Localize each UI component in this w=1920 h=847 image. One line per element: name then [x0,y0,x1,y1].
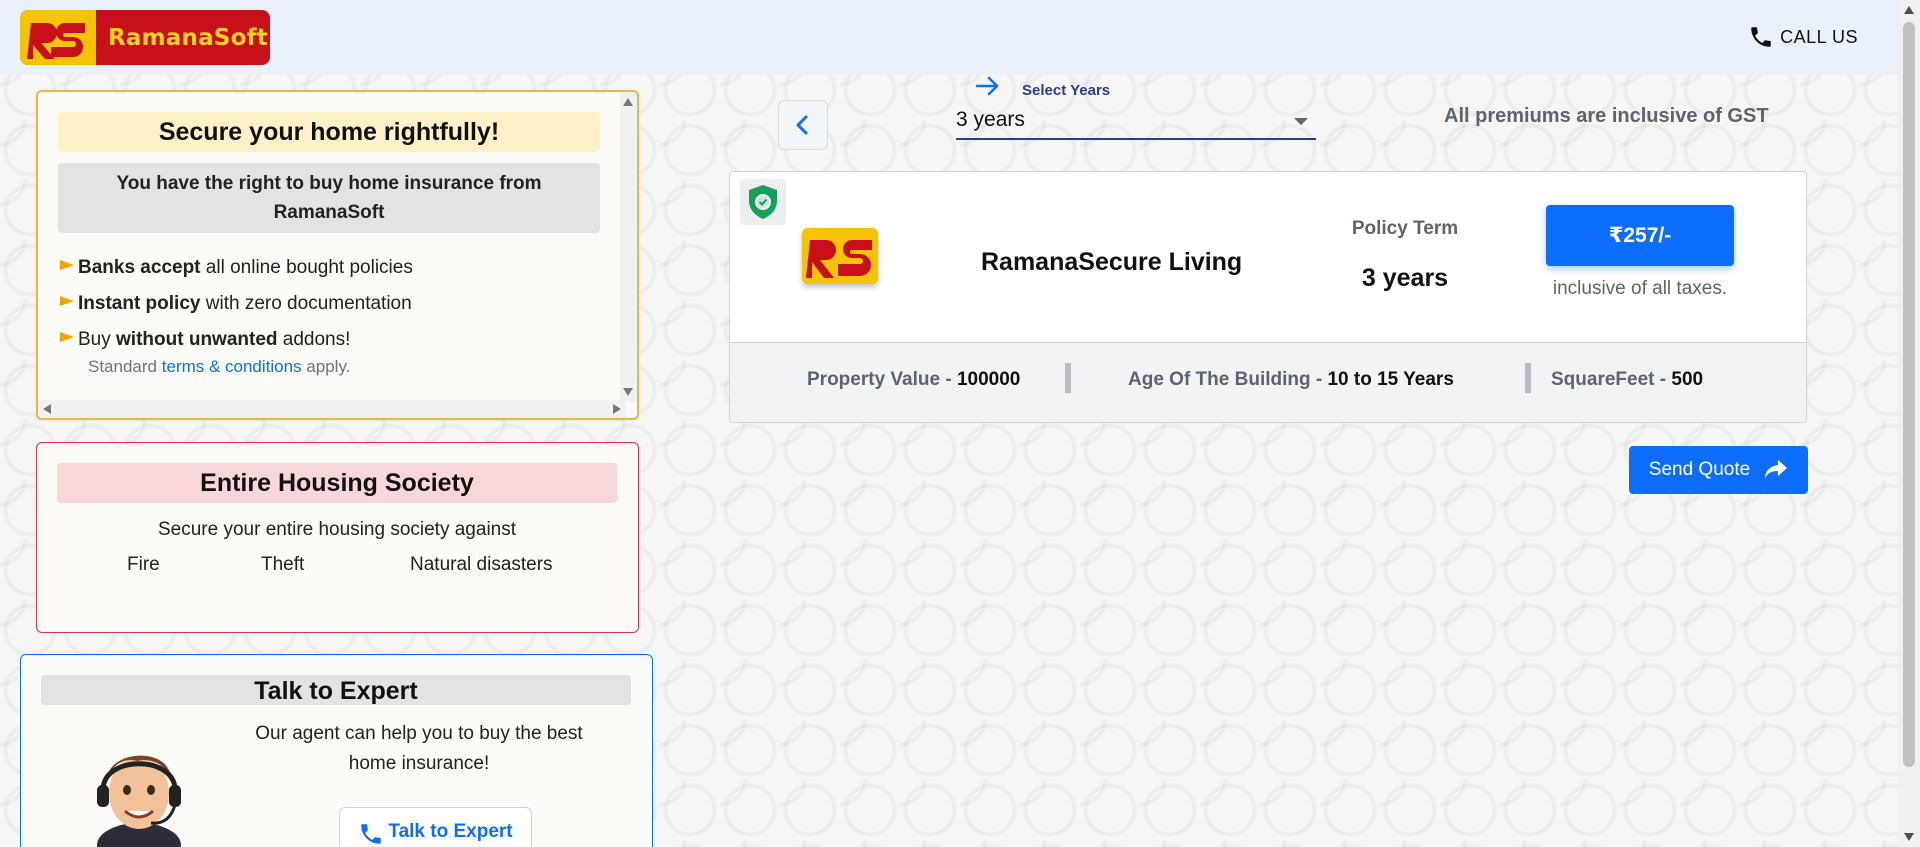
price-button[interactable]: ₹257/- [1546,205,1734,266]
society-title: Entire Housing Society [57,463,617,503]
talk-to-expert-label: Talk to Expert [388,821,513,842]
select-years-label: Select Years [1022,82,1111,99]
send-quote-button[interactable]: Send Quote [1629,446,1808,494]
brand-name: RamanaSoft [108,24,268,51]
gst-note: All premiums are inclusive of GST [1444,105,1769,127]
housing-society-card[interactable]: Entire Housing Society Secure your entir… [36,442,639,633]
square-feet: SquareFeet - 500 [1551,369,1704,390]
divider [1065,363,1071,393]
page-scrollbar[interactable] [1898,0,1920,847]
top-header: RamanaSoft CALL US [0,0,1898,74]
back-button[interactable] [778,100,828,150]
phone-icon [1751,27,1771,47]
benefit-item: Banks accept all online bought policies [60,250,413,286]
talk-to-expert-card: Talk to Expert Our agent can help you to… [20,654,653,847]
arrow-right-icon [975,76,999,96]
scroll-down-icon[interactable] [1904,833,1914,841]
years-select[interactable]: 3 years [956,104,1316,140]
policy-name: RamanaSecure Living [981,248,1243,276]
share-arrow-icon [1765,460,1788,479]
talk-to-expert-button[interactable]: Talk to Expert [339,807,532,847]
policy-card: RamanaSecure Living Policy Term 3 years … [729,171,1807,423]
risk-fire: Fire [127,554,160,575]
expert-title: Talk to Expert [41,675,631,705]
scroll-up-icon[interactable] [1904,6,1914,14]
call-us-label: CALL US [1780,26,1858,47]
flag-icon [60,296,74,306]
promo-subtitle: You have the right to buy home insurance… [58,163,600,233]
call-us-button[interactable]: CALL US [1748,24,1858,50]
scroll-up-icon[interactable] [623,98,633,106]
scroll-down-icon[interactable] [623,388,633,396]
society-description: Secure your entire housing society again… [157,519,517,540]
policy-details-bar: Property Value - 100000 Age Of The Build… [730,342,1806,422]
rs-logo-mark [20,10,96,65]
flag-icon [60,332,74,342]
flag-icon [60,260,74,270]
scroll-thumb[interactable] [1903,22,1915,767]
policy-term-label: Policy Term [1351,218,1459,239]
terms-link[interactable]: terms & conditions [162,357,302,376]
agent-avatar [89,735,189,847]
promo-horizontal-scrollbar[interactable] [38,400,626,418]
divider [1525,363,1531,393]
benefit-item: Buy without unwanted addons! [60,322,413,358]
scroll-right-icon[interactable] [613,404,621,414]
years-select-value: 3 years [956,108,1025,131]
policy-provider-logo [802,228,878,284]
promo-card: Secure your home rightfully! You have th… [36,90,639,420]
shield-check-icon [740,179,786,225]
brand-logo[interactable]: RamanaSoft [20,10,270,65]
benefit-item: Instant policy with zero documentation [60,286,413,322]
phone-icon [361,824,382,844]
chevron-left-icon [796,115,808,135]
expert-description: Our agent can help you to buy the best h… [255,723,583,774]
terms-note: Standard terms & conditions apply. [88,357,351,376]
building-age: Age Of The Building - 10 to 15 Years [1128,369,1454,390]
promo-title: Secure your home rightfully! [58,112,600,152]
policy-term-value: 3 years [1361,264,1449,292]
caret-down-icon [1294,118,1308,125]
scroll-left-icon[interactable] [43,404,51,414]
promo-vertical-scrollbar[interactable] [620,92,637,402]
price-note: inclusive of all taxes. [1552,278,1728,299]
risk-natural-disasters: Natural disasters [410,554,553,575]
property-value: Property Value - 100000 [807,369,1021,390]
risk-theft: Theft [261,554,305,575]
benefits-list: Banks accept all online bought policies … [60,250,413,358]
send-quote-label: Send Quote [1648,459,1751,480]
